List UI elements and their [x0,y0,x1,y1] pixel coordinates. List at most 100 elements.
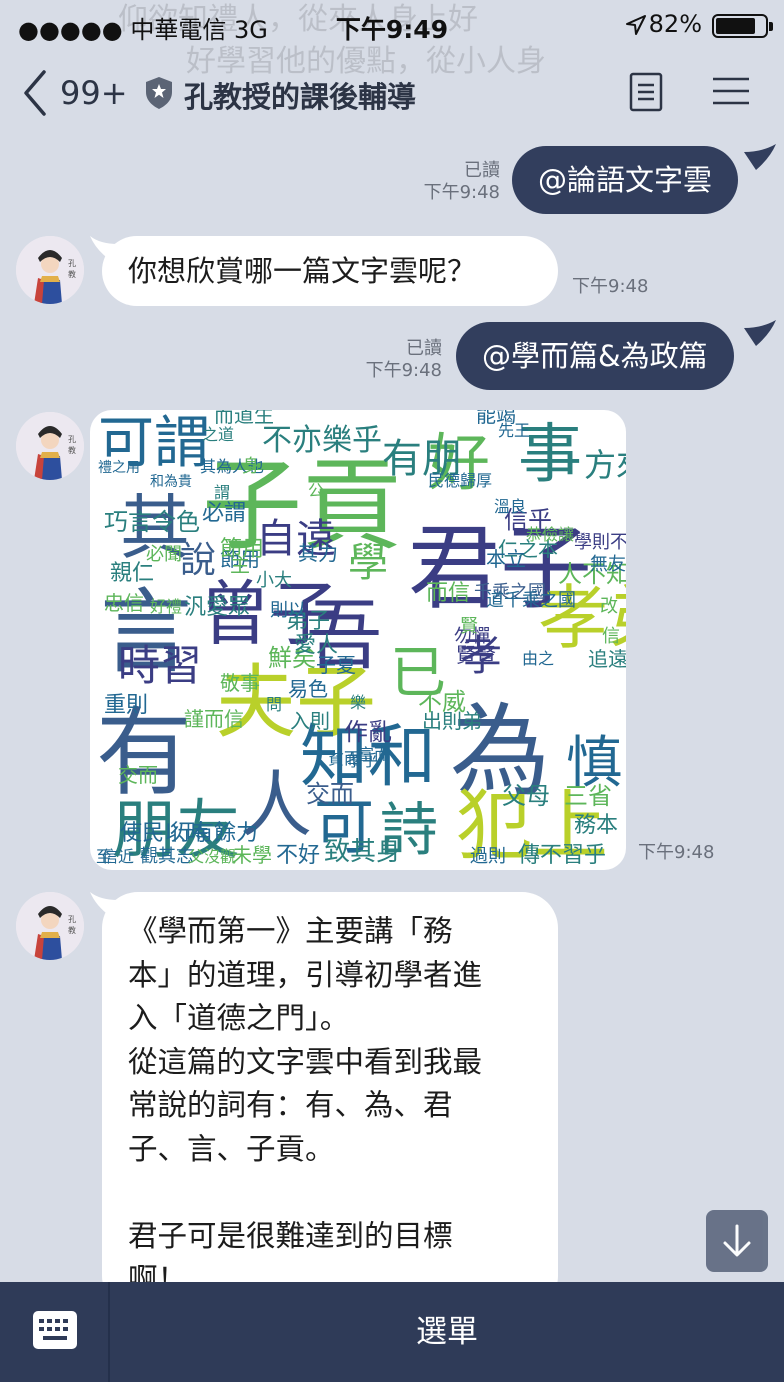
word-cloud-word: 方來 [584,446,626,484]
message-time: 下午9:48 [423,182,500,203]
word-cloud-word: 禮之用 [98,460,140,476]
word-cloud-word: 巧言令色 [104,508,200,536]
word-cloud-word: 追遠 [588,647,626,671]
word-cloud-word: 父沒觀 [188,847,236,866]
word-cloud-word: 無友 [590,554,626,575]
word-cloud-word: 子夏 [316,653,356,677]
word-cloud-word: 忠信 [104,591,144,615]
ghost-text-1: 仰欲知禮人，從來人身上好 [118,2,478,37]
word-cloud-word: 溫良 [494,497,526,516]
chat-title: 孔教授的課後輔導 [184,80,417,114]
word-cloud-word: 恭儉讓 [526,525,574,544]
svg-text:教: 教 [68,445,76,455]
word-cloud-word: 三省 [564,782,612,810]
outgoing-message-bubble[interactable]: @論語文字雲 [512,146,739,214]
word-cloud-word: 學 [348,540,388,586]
word-cloud-word: 傳不習乎 [518,843,606,868]
word-cloud-word: 樂 [350,693,366,712]
word-cloud-word: 過則 [470,846,506,867]
word-cloud-word: 道千乘之國 [486,590,576,611]
word-cloud-word: 必謂 [202,501,246,526]
message-meta: 已讀 下午9:48 [400,160,500,204]
word-cloud-word: 不好 [276,843,320,868]
svg-text:教: 教 [68,925,76,935]
word-cloud-word: 作亂 [344,718,392,746]
battery-percent: 82% [648,10,702,38]
avatar-image: 孔 教 [16,892,84,960]
word-cloud-word: 而信 [426,581,470,606]
word-cloud-word: 易色 [288,677,328,701]
word-cloud-word: 說 [180,540,216,581]
outgoing-message-bubble[interactable]: @學而篇&為政篇 [456,322,734,390]
avatar[interactable]: 孔 教 [16,236,84,304]
word-cloud-word: 本立 [486,547,526,571]
word-cloud-word: 信 [602,626,620,647]
word-cloud-word: 觀其志 [140,846,194,867]
battery-fill [716,18,755,34]
avatar-image: 孔 教 [16,412,84,480]
word-cloud-word: 務本 [574,813,618,838]
word-cloud-word: 好禮 [150,597,182,616]
keyboard-toggle-button[interactable] [0,1282,110,1382]
word-cloud-word: 父母 [502,782,550,810]
word-cloud-word: 交而 [306,780,354,808]
word-cloud-word: 學則不固 [574,532,626,553]
message-meta: 已讀 下午9:48 [342,338,442,382]
unread-count[interactable]: 99+ [60,74,128,112]
avatar[interactable]: 孔 教 [16,892,84,960]
word-cloud-word: 必聞 [146,544,182,565]
bubble-tail [744,144,776,170]
word-cloud-word: 其力 [298,541,338,565]
incoming-message-bubble[interactable]: 《學而第一》主要講「務 本」的道理，引導初學者進 入「道德之門」。 從這篇的文字… [102,892,558,1312]
svg-text:孔: 孔 [68,259,76,268]
note-icon[interactable] [628,72,664,112]
word-cloud-word: 入則 [290,709,330,733]
read-receipt: 已讀 [406,338,442,359]
bottom-bar: 選單 [0,1282,784,1382]
location-arrow-icon [626,15,646,35]
word-cloud-word: 時習 [118,641,202,690]
word-cloud-word: 敬事 [220,671,260,695]
arrow-down-icon [723,1224,751,1257]
word-cloud-word: 致其身 [324,837,402,867]
word-cloud-word: 改 [600,596,618,617]
shield-icon [146,77,172,109]
word-cloud-word: 之道 [202,425,234,444]
battery-icon [712,14,773,38]
menu-button[interactable]: 選單 [110,1282,784,1382]
word-cloud-word: 不威 [418,688,466,716]
incoming-message-bubble[interactable]: 你想欣賞哪一篇文字雲呢？ [102,236,558,306]
word-cloud-word: 小大 [256,570,292,591]
message-time: 下午9:48 [638,842,715,863]
word-cloud-word: 和為貴 [150,474,192,490]
scroll-down-button[interactable] [706,1210,768,1272]
word-cloud-canvas: 君子有為言子貢其吾曾子夫子可謂事好孝弟犯上知和朋友詩人慎已學自遠孝不亦樂乎有朋方… [96,410,626,870]
word-cloud-word: 公 [308,481,324,500]
svg-text:教: 教 [68,269,76,279]
message-text: 《學而第一》主要講「務 本」的道理，引導初學者進 入「道德之門」。 從這篇的文字… [128,914,483,1312]
chat-header: 99+ 孔教授的課後輔導 [0,54,784,132]
keyboard-icon [33,1311,77,1349]
word-cloud-word: 民德歸厚 [428,471,492,490]
bubble-tail [744,320,776,346]
word-cloud-word: 重則 [104,693,148,718]
word-cloud-word: 節用 [220,537,264,562]
avatar[interactable]: 孔 教 [16,412,84,480]
word-cloud-word: 身 [242,456,260,477]
word-cloud-word: 由之 [522,649,554,668]
message-time: 下午9:48 [365,360,442,381]
word-cloud-word: 至 [96,847,112,866]
word-cloud-word: 賢 [460,616,478,637]
word-cloud-word: 謹而信 [184,707,244,731]
hamburger-menu-icon[interactable] [712,76,750,106]
word-cloud-word: 未學 [232,843,272,867]
word-cloud-word: 汎愛眾 [184,595,250,620]
battery-nub [769,22,773,31]
avatar-image: 孔 教 [16,236,84,304]
back-chevron-icon[interactable] [20,68,50,118]
svg-text:孔: 孔 [68,435,76,444]
word-cloud-image[interactable]: 君子有為言子貢其吾曾子夫子可謂事好孝弟犯上知和朋友詩人慎已學自遠孝不亦樂乎有朋方… [90,410,626,870]
word-cloud-word: 孝乎 [346,751,378,770]
message-time: 下午9:48 [572,276,649,297]
word-cloud-word: 先王 [498,421,530,440]
